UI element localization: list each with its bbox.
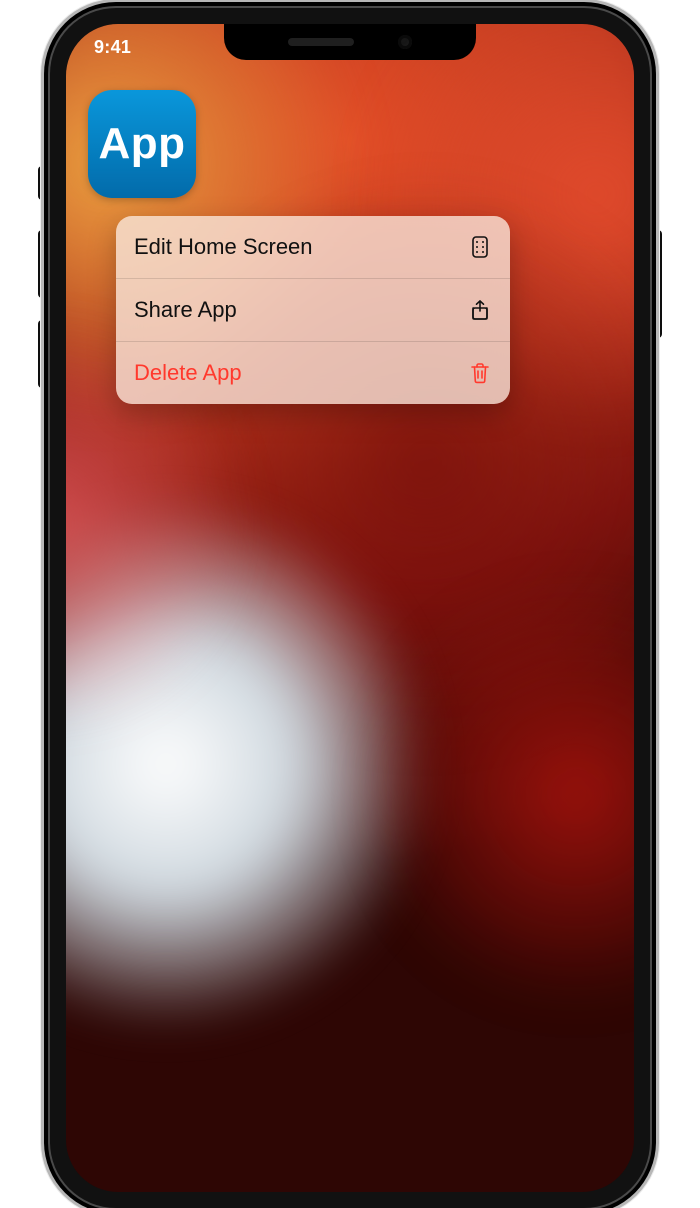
mute-switch — [38, 166, 48, 200]
trash-icon — [468, 361, 492, 385]
app-icon-label: App — [98, 119, 185, 169]
status-time: 9:41 — [94, 37, 131, 58]
menu-item-delete-app[interactable]: Delete App — [116, 341, 510, 404]
apps-grid-icon — [468, 235, 492, 259]
menu-item-label: Share App — [134, 297, 237, 323]
app-icon[interactable]: App — [88, 90, 196, 198]
share-icon — [468, 298, 492, 322]
menu-item-label: Edit Home Screen — [134, 234, 313, 260]
app-context-menu: Edit Home Screen Share App — [116, 216, 510, 404]
menu-item-edit-home-screen[interactable]: Edit Home Screen — [116, 216, 510, 278]
volume-up-button — [38, 230, 48, 298]
volume-down-button — [38, 320, 48, 388]
side-button — [652, 230, 662, 338]
iphone-frame: 9:41 — [50, 8, 650, 1208]
status-bar: 9:41 — [66, 34, 634, 60]
menu-item-share-app[interactable]: Share App — [116, 278, 510, 341]
menu-item-label: Delete App — [134, 360, 242, 386]
home-screen[interactable]: 9:41 — [66, 24, 634, 1192]
